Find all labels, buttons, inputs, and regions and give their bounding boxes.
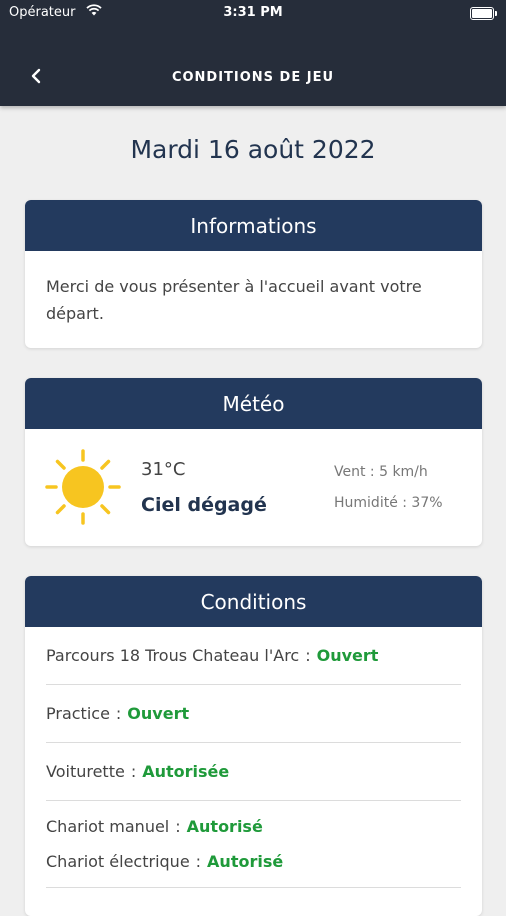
sun-icon bbox=[45, 449, 121, 529]
condition-separator: : bbox=[130, 762, 137, 781]
list-item: Voiturette : Autorisée bbox=[46, 743, 461, 801]
battery-icon bbox=[470, 7, 497, 20]
condition-label: Voiturette bbox=[46, 762, 125, 781]
meteo-card: Météo 31°C Ciel dégagé Vent : 5 km/h Hum… bbox=[25, 378, 482, 546]
conditions-list: Parcours 18 Trous Chateau l'Arc : Ouvert… bbox=[25, 627, 482, 888]
temperature: 31°C bbox=[141, 459, 186, 480]
condition-separator: : bbox=[175, 817, 181, 836]
app-header: Opérateur 3:31 PM CONDITIONS DE JEU bbox=[0, 0, 506, 106]
condition-separator: : bbox=[305, 646, 311, 665]
wind-speed: Vent : 5 km/h bbox=[334, 464, 428, 480]
condition-status: Ouvert bbox=[127, 704, 190, 723]
condition-label: Practice bbox=[46, 704, 110, 723]
condition-status: Autorisé bbox=[207, 852, 284, 871]
list-item: Practice : Ouvert bbox=[46, 685, 461, 743]
sky-condition: Ciel dégagé bbox=[141, 494, 267, 516]
information-card-title: Informations bbox=[25, 200, 482, 251]
information-card: Informations Merci de vous présenter à l… bbox=[25, 200, 482, 348]
condition-separator: : bbox=[195, 852, 202, 871]
page-title: CONDITIONS DE JEU bbox=[171, 70, 335, 85]
meteo-body: 31°C Ciel dégagé Vent : 5 km/h Humidité … bbox=[25, 429, 482, 546]
list-item: Chariot manuel : Autorisé Chariot électr… bbox=[46, 801, 461, 888]
information-text: Merci de vous présenter à l'accueil avan… bbox=[46, 277, 422, 323]
condition-label: Chariot manuel bbox=[46, 817, 170, 836]
condition-separator: : bbox=[115, 704, 122, 723]
meteo-card-title: Météo bbox=[25, 378, 482, 429]
condition-status: Autorisée bbox=[142, 762, 230, 781]
status-time: 3:31 PM bbox=[223, 5, 283, 20]
condition-status: Ouvert bbox=[316, 646, 379, 665]
conditions-card: Conditions Parcours 18 Trous Chateau l'A… bbox=[25, 576, 482, 916]
condition-status: Autorisé bbox=[186, 817, 263, 836]
status-bar: Opérateur 3:31 PM bbox=[0, 0, 506, 28]
date-heading: Mardi 16 août 2022 bbox=[130, 135, 376, 164]
condition-label: Parcours 18 Trous Chateau l'Arc bbox=[46, 646, 300, 665]
list-item: Parcours 18 Trous Chateau l'Arc : Ouvert bbox=[46, 627, 461, 685]
condition-label: Chariot électrique bbox=[46, 852, 190, 871]
conditions-card-title: Conditions bbox=[25, 576, 482, 627]
humidity: Humidité : 37% bbox=[334, 495, 443, 511]
